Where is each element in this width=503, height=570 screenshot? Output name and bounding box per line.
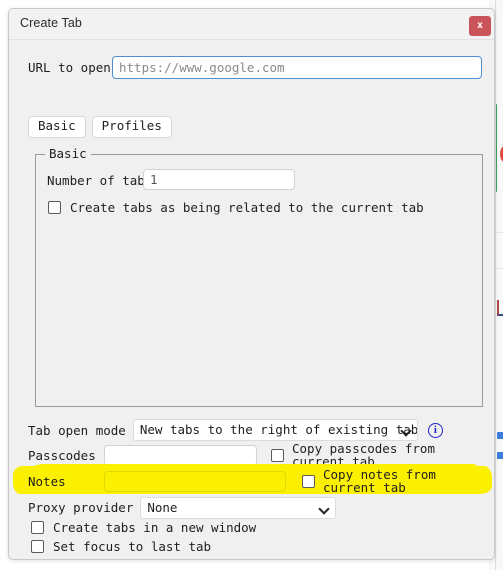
proxy-provider-label: Proxy provider bbox=[28, 500, 134, 515]
notes-row: Notes Copy notes from current tab bbox=[28, 468, 486, 494]
dialog-titlebar: Create Tab x bbox=[9, 9, 494, 40]
tab-open-mode-value: New tabs to the right of existing tabs bbox=[139, 422, 418, 437]
set-focus-row[interactable]: Set focus to last tab bbox=[31, 540, 211, 553]
proxy-provider-row: Proxy provider None bbox=[28, 496, 337, 519]
notes-input[interactable] bbox=[104, 470, 286, 492]
chevron-down-icon bbox=[320, 505, 328, 513]
new-window-row[interactable]: Create tabs in a new window bbox=[31, 521, 256, 534]
proxy-provider-value: None bbox=[147, 499, 178, 515]
number-of-tabs-input[interactable] bbox=[143, 169, 295, 190]
set-focus-label: Set focus to last tab bbox=[53, 539, 212, 554]
create-related-tabs-label: Create tabs as being related to the curr… bbox=[70, 200, 424, 215]
background-small-icon bbox=[497, 452, 503, 459]
tab-open-mode-label: Tab open mode bbox=[28, 422, 126, 438]
passcodes-input[interactable] bbox=[104, 444, 257, 466]
dialog-title: Create Tab bbox=[20, 16, 82, 30]
background-small-icon bbox=[497, 432, 503, 439]
create-related-tabs-row[interactable]: Create tabs as being related to the curr… bbox=[48, 201, 424, 214]
new-window-checkbox[interactable] bbox=[31, 521, 44, 534]
tab-open-mode-select[interactable]: New tabs to the right of existing tabs bbox=[132, 419, 418, 441]
passcodes-label: Passcodes bbox=[28, 447, 96, 463]
dialog-body: URL to open Basic Profiles Basic Number … bbox=[9, 40, 494, 559]
create-tab-dialog: Create Tab x URL to open Basic Profiles … bbox=[8, 8, 495, 560]
new-window-label: Create tabs in a new window bbox=[53, 520, 257, 535]
copy-notes-label: Copy notes from current tab bbox=[323, 467, 436, 495]
chevron-down-icon bbox=[402, 427, 410, 435]
tab-profiles[interactable]: Profiles bbox=[91, 116, 172, 138]
url-label: URL to open bbox=[28, 60, 111, 75]
proxy-provider-select[interactable]: None bbox=[140, 496, 337, 519]
copy-passcodes-label: Copy passcodes from current tab bbox=[292, 441, 435, 469]
copy-notes-checkbox[interactable] bbox=[302, 474, 315, 488]
create-related-tabs-checkbox[interactable] bbox=[48, 201, 61, 214]
info-icon[interactable]: i bbox=[427, 422, 443, 438]
copy-passcodes-row[interactable]: Copy passcodes from current tab bbox=[271, 442, 486, 468]
background-bookmark-icon bbox=[497, 300, 503, 316]
notes-label: Notes bbox=[28, 473, 66, 489]
tab-open-mode-row: Tab open mode New tabs to the right of e… bbox=[28, 418, 443, 442]
number-of-tabs-label: Number of tabs bbox=[47, 173, 153, 188]
passcodes-row: Passcodes Copy passcodes from current ta… bbox=[28, 442, 486, 468]
tab-basic[interactable]: Basic bbox=[28, 116, 86, 138]
url-row: URL to open bbox=[9, 56, 494, 80]
copy-notes-row[interactable]: Copy notes from current tab bbox=[302, 468, 486, 494]
basic-group-box: Basic Number of tabs Create tabs as bein… bbox=[35, 146, 483, 407]
copy-passcodes-checkbox[interactable] bbox=[271, 448, 284, 462]
set-focus-checkbox[interactable] bbox=[31, 540, 44, 553]
tab-strip: Basic Profiles bbox=[28, 116, 172, 138]
close-icon[interactable]: x bbox=[469, 16, 491, 36]
background-panel-edge bbox=[495, 0, 496, 570]
url-input[interactable] bbox=[112, 56, 482, 79]
basic-group-legend: Basic bbox=[45, 146, 91, 161]
